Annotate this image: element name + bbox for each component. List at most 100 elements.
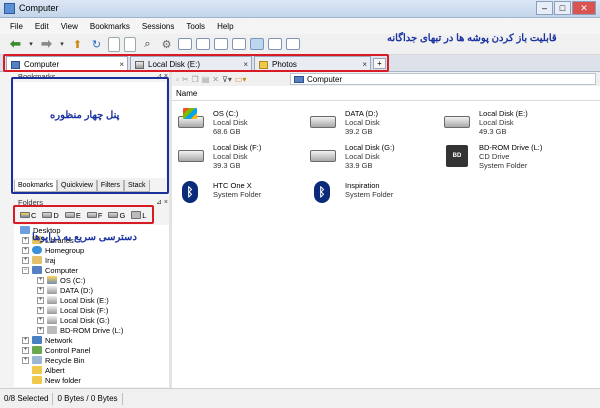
- tree-node-local-disk-e[interactable]: + Local Disk (E:): [37, 295, 109, 305]
- file-type: Local Disk: [345, 118, 380, 127]
- expand-icon[interactable]: +: [22, 346, 29, 354]
- file-item-os-c[interactable]: OS (C:) Local Disk 68.6 GB: [176, 105, 311, 139]
- file-item-data-d[interactable]: DATA (D:) Local Disk 39.2 GB: [308, 105, 443, 139]
- view-medium-icons-icon[interactable]: [232, 38, 246, 50]
- new-item-icon[interactable]: ▫: [176, 75, 179, 84]
- column-header-name[interactable]: Name: [172, 86, 600, 101]
- hard-drive-icon: [47, 316, 57, 324]
- address-text: Computer: [307, 74, 343, 84]
- tree-node-local-disk-f[interactable]: + Local Disk (F:): [37, 305, 108, 315]
- menu-bookmarks[interactable]: Bookmarks: [90, 22, 130, 31]
- expand-icon[interactable]: +: [37, 326, 44, 334]
- expand-icon[interactable]: +: [22, 246, 29, 254]
- expand-icon[interactable]: +: [22, 336, 29, 344]
- expand-icon[interactable]: +: [37, 276, 44, 284]
- back-icon[interactable]: ⬅: [8, 36, 23, 52]
- tree-label: Control Panel: [45, 345, 91, 355]
- chevron-down-icon[interactable]: ▾: [27, 37, 35, 52]
- menu-bar: File Edit View Bookmarks Sessions Tools …: [0, 18, 600, 34]
- desktop-icon: [20, 226, 30, 234]
- view-thumbnails-icon[interactable]: [268, 38, 282, 50]
- view-details-icon[interactable]: [178, 38, 192, 50]
- settings-icon[interactable]: ⚙: [159, 37, 174, 52]
- file-item-inspiration[interactable]: ᛒ Inspiration System Folder: [308, 177, 443, 211]
- selection-count: 0/8 Selected: [0, 392, 54, 405]
- new-folder-icon[interactable]: ▭▾: [235, 75, 247, 84]
- expand-icon[interactable]: +: [37, 286, 44, 294]
- tree-node-homegroup[interactable]: + Homegroup: [22, 245, 84, 255]
- view-large-icons-icon[interactable]: [286, 38, 300, 50]
- tree-label: Network: [45, 335, 73, 345]
- file-type: System Folder: [345, 190, 394, 199]
- maximize-button[interactable]: □: [554, 1, 571, 15]
- tree-node-recycle-bin[interactable]: + Recycle Bin: [22, 355, 85, 365]
- menu-sessions[interactable]: Sessions: [142, 22, 174, 31]
- menu-view[interactable]: View: [61, 22, 78, 31]
- search-icon[interactable]: ⌕: [140, 37, 155, 52]
- pane-pin-icon[interactable]: ⊿ ×: [156, 198, 168, 206]
- menu-help[interactable]: Help: [217, 22, 233, 31]
- tree-node-new-folder[interactable]: New folder: [32, 375, 81, 385]
- file-item-local-disk-e[interactable]: Local Disk (E:) Local Disk 49.3 GB: [442, 105, 577, 139]
- menu-file[interactable]: File: [10, 22, 23, 31]
- tree-label: OS (C:): [60, 275, 86, 285]
- file-size: 39.2 GB: [345, 127, 373, 136]
- view-list-icon[interactable]: [196, 38, 210, 50]
- file-item-local-disk-f[interactable]: Local Disk (F:) Local Disk 39.3 GB: [176, 139, 311, 173]
- tree-label: Albert: [45, 365, 65, 375]
- tree-node-data-d[interactable]: + DATA (D:): [37, 285, 93, 295]
- tree-node-network[interactable]: + Network: [22, 335, 73, 345]
- file-name: OS (C:): [213, 109, 239, 118]
- drives-highlight: [13, 205, 154, 224]
- tree-node-bd-rom-l[interactable]: + BD-ROM Drive (L:): [37, 325, 123, 335]
- up-folder-icon[interactable]: ⬆: [70, 37, 85, 52]
- hard-drive-icon: [47, 306, 57, 314]
- new-document-icon[interactable]: [108, 36, 120, 52]
- hard-drive-icon: [444, 111, 470, 131]
- refresh-icon[interactable]: ↻: [89, 37, 104, 52]
- forward-icon[interactable]: ➡: [39, 36, 54, 52]
- cut-icon[interactable]: ✂: [182, 75, 189, 84]
- address-bar[interactable]: Computer: [290, 73, 596, 85]
- minimize-button[interactable]: –: [536, 1, 553, 15]
- file-size: 33.9 GB: [345, 161, 373, 170]
- expand-icon[interactable]: +: [22, 356, 29, 364]
- folder-icon: [32, 376, 42, 384]
- file-item-local-disk-g[interactable]: Local Disk (G:) Local Disk 33.9 GB: [308, 139, 443, 173]
- hard-drive-icon: [310, 111, 336, 131]
- paste-icon[interactable]: ▤: [202, 75, 210, 84]
- tree-node-local-disk-g[interactable]: + Local Disk (G:): [37, 315, 110, 325]
- chevron-down-icon[interactable]: ▾: [58, 37, 66, 52]
- properties-icon[interactable]: [124, 36, 136, 52]
- menu-tools[interactable]: Tools: [186, 22, 205, 31]
- menu-edit[interactable]: Edit: [35, 22, 49, 31]
- expand-icon[interactable]: +: [22, 236, 29, 244]
- status-bar: 0/8 Selected 0 Bytes / 0 Bytes: [0, 388, 600, 408]
- tree-node-os-c[interactable]: + OS (C:): [37, 275, 85, 285]
- file-item-htc-one-x[interactable]: ᛒ HTC One X System Folder: [176, 177, 311, 211]
- title-bar: Computer – □ ✕: [0, 0, 600, 18]
- view-tiles-icon[interactable]: [250, 38, 264, 50]
- copy-icon[interactable]: ❐: [192, 75, 199, 84]
- delete-icon[interactable]: ✕: [212, 75, 219, 84]
- expand-icon[interactable]: +: [37, 316, 44, 324]
- collapse-icon[interactable]: −: [22, 266, 29, 274]
- app-icon: [4, 3, 15, 14]
- tree-node-computer[interactable]: − Computer: [22, 265, 78, 275]
- expand-icon[interactable]: +: [37, 296, 44, 304]
- tree-node-albert[interactable]: Albert: [32, 365, 65, 375]
- filter-icon[interactable]: ⊽▾: [222, 75, 232, 84]
- file-size: 39.3 GB: [213, 161, 241, 170]
- expand-icon[interactable]: +: [37, 306, 44, 314]
- tree-node-control-panel[interactable]: + Control Panel: [22, 345, 90, 355]
- tree-node-iraj[interactable]: + Iraj: [22, 255, 55, 265]
- view-small-icons-icon[interactable]: [214, 38, 228, 50]
- file-list-toolbar: ▫ ✂ ❐ ▤ ✕ ⊽▾ ▭▾ Computer: [172, 72, 600, 86]
- file-type: System Folder: [213, 190, 262, 199]
- recycle-bin-icon: [32, 356, 42, 364]
- expand-icon[interactable]: +: [22, 256, 29, 264]
- file-item-bd-rom-l[interactable]: BD BD-ROM Drive (L:) CD Drive System Folde…: [442, 139, 577, 173]
- close-button[interactable]: ✕: [572, 1, 596, 15]
- file-type: Local Disk: [479, 118, 514, 127]
- file-name: Local Disk (G:): [345, 143, 395, 152]
